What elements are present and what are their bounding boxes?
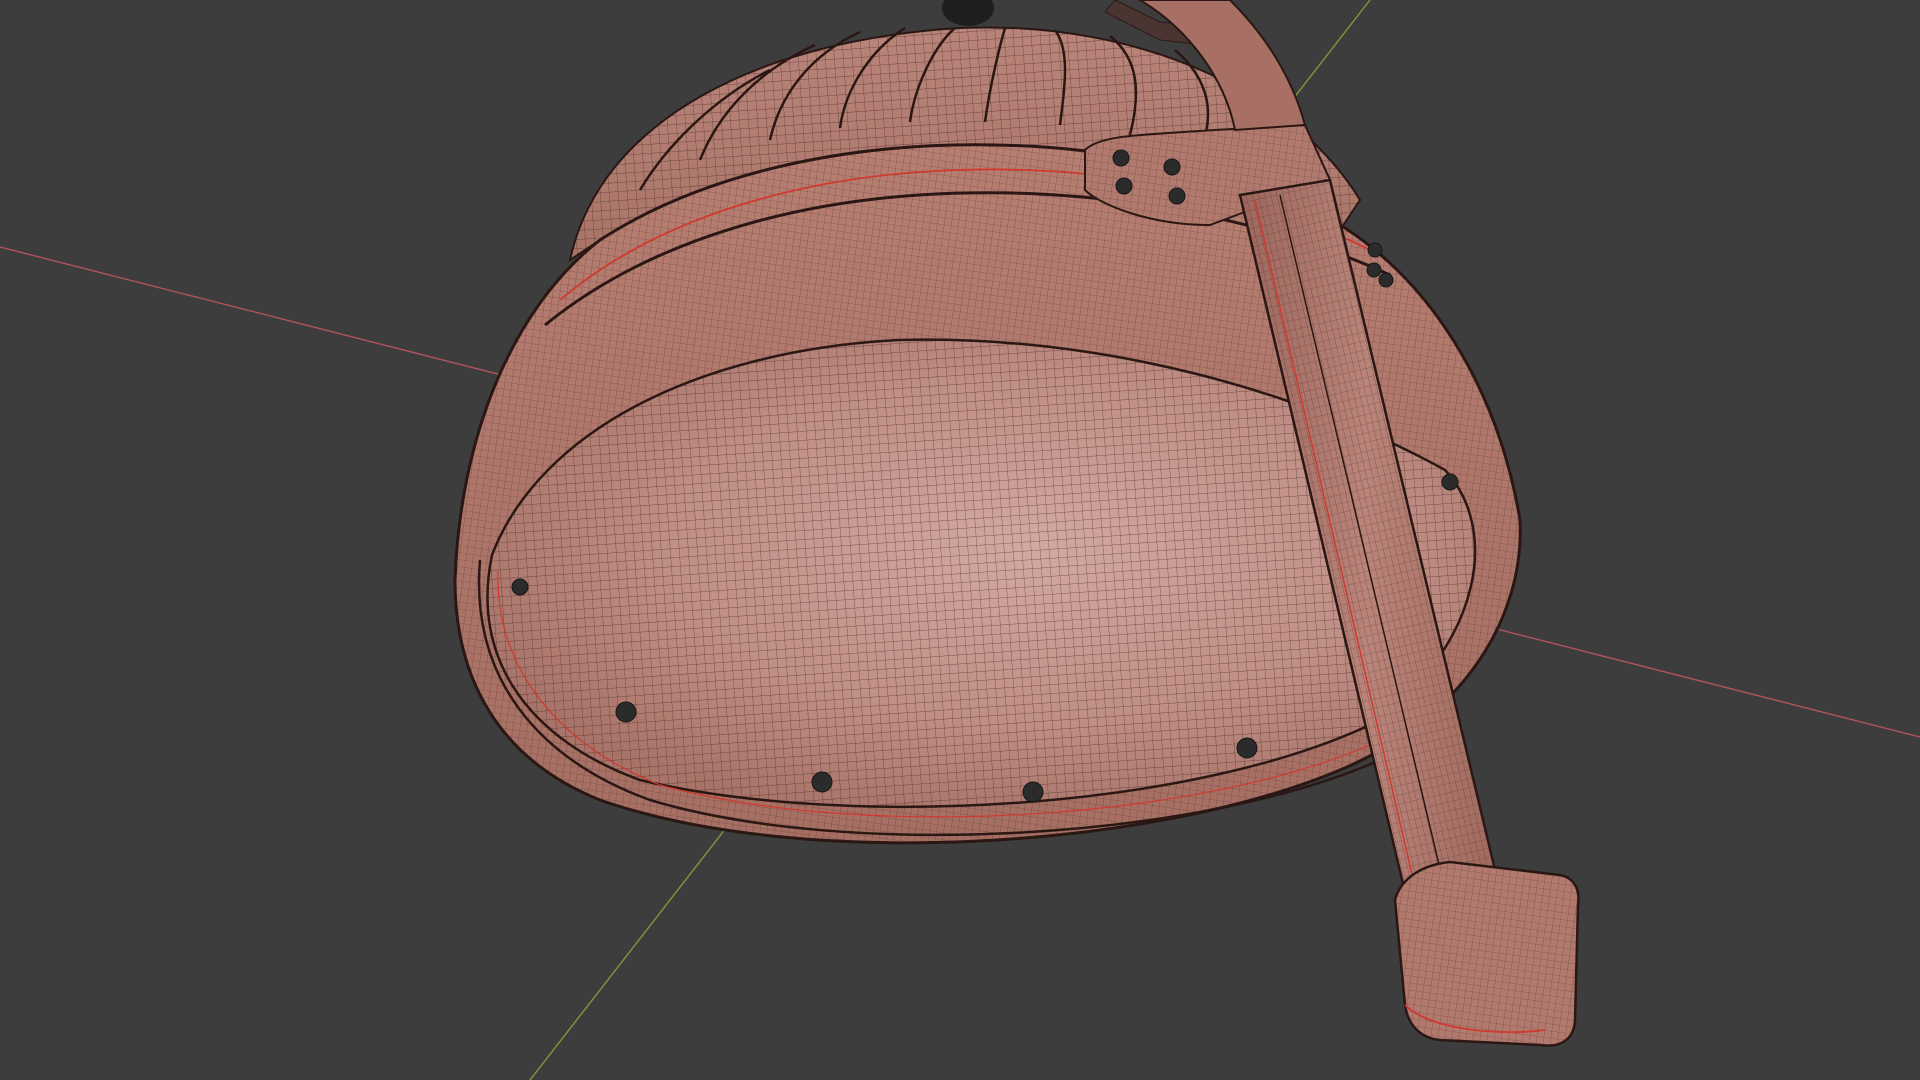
3d-viewport[interactable] (0, 0, 1920, 1080)
viewport-canvas[interactable] (0, 0, 1920, 1080)
